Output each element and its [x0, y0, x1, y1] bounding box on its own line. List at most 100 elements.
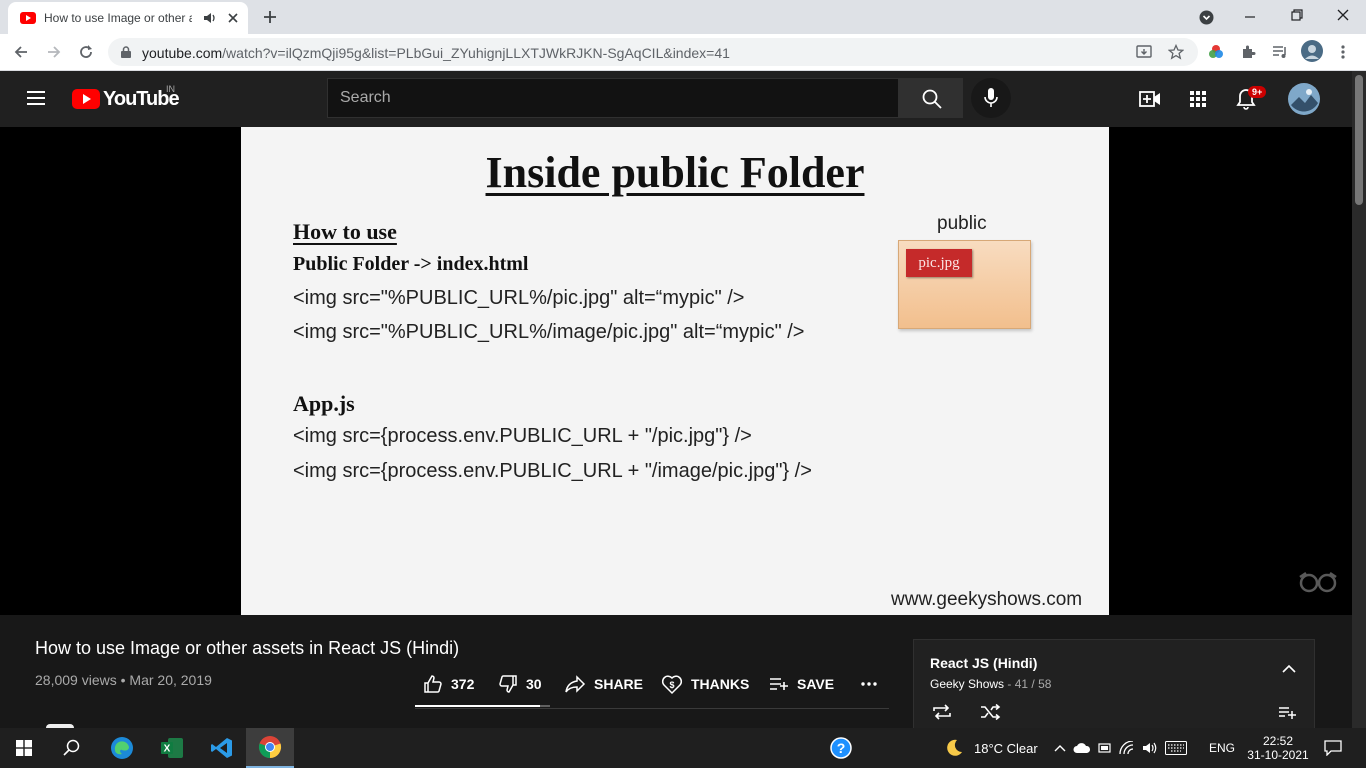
tab-search-icon[interactable]: [1199, 10, 1214, 25]
video-info-section: How to use Image or other assets in Reac…: [0, 615, 1352, 728]
create-video-icon[interactable]: [1139, 89, 1161, 109]
scrollbar-thumb[interactable]: [1355, 75, 1363, 205]
slide-section2-title: App.js: [293, 391, 355, 416]
action-center-button[interactable]: [1316, 728, 1350, 768]
chrome-menu-icon[interactable]: [1340, 44, 1346, 60]
playlist-panel: React JS (Hindi) Geeky Shows - 41 / 58: [913, 639, 1315, 728]
apps-grid-icon[interactable]: [1189, 90, 1207, 108]
like-button[interactable]: 372: [423, 673, 474, 695]
bookmark-star-icon[interactable]: [1168, 44, 1184, 60]
edge-browser-icon: [110, 736, 134, 760]
restore-icon[interactable]: [1290, 8, 1304, 22]
svg-text:?: ?: [837, 740, 846, 756]
account-avatar-icon[interactable]: [1288, 83, 1320, 115]
new-tab-icon[interactable]: [262, 9, 278, 25]
edge-taskbar-button[interactable]: [98, 728, 146, 768]
touch-keyboard-icon[interactable]: [1164, 741, 1187, 755]
search-button[interactable]: [899, 78, 963, 118]
install-app-icon[interactable]: [1136, 44, 1152, 60]
dislike-button[interactable]: 30: [498, 673, 542, 695]
input-language-indicator[interactable]: ENG: [1202, 728, 1242, 768]
video-player[interactable]: Inside public Folder How to use Public F…: [0, 127, 1352, 615]
folder-label: public: [937, 213, 987, 234]
tab-close-icon[interactable]: [226, 11, 240, 25]
info-divider: [415, 708, 889, 709]
chrome-taskbar-button[interactable]: [246, 728, 294, 768]
weather-widget[interactable]: 18°C Clear: [944, 728, 1056, 768]
more-horizontal-icon: [860, 681, 878, 687]
volume-icon[interactable]: [1142, 741, 1158, 755]
slide-watermark: www.geekyshows.com: [891, 589, 1083, 610]
clock[interactable]: 22:52 31-10-2021: [1244, 728, 1312, 768]
extensions-puzzle-icon[interactable]: [1240, 44, 1256, 60]
system-tray: [1054, 728, 1187, 768]
loop-playlist-icon[interactable]: [931, 704, 953, 720]
view-count: 28,009 views: [35, 672, 117, 688]
minimize-icon[interactable]: [1243, 10, 1257, 24]
dislike-portion: [539, 705, 550, 707]
thanks-button[interactable]: $ THANKS: [661, 673, 749, 695]
share-button[interactable]: SHARE: [564, 673, 643, 695]
onedrive-cloud-icon[interactable]: [1073, 742, 1091, 754]
audio-playing-icon[interactable]: [203, 11, 217, 25]
clock-date: 31-10-2021: [1247, 748, 1309, 762]
windows-logo-icon: [16, 740, 32, 756]
collapse-chevron-up-icon[interactable]: [1282, 664, 1296, 674]
like-count: 372: [451, 676, 475, 692]
slide-code-line-1: <img src="%PUBLIC_URL%/pic.jpg" alt=“myp…: [293, 287, 745, 309]
vscode-taskbar-button[interactable]: [198, 728, 246, 768]
slide-section1-title: How to use: [293, 219, 397, 244]
lock-icon[interactable]: [121, 46, 131, 58]
search-icon: [922, 89, 942, 109]
more-actions-button[interactable]: [860, 673, 878, 695]
video-title: How to use Image or other assets in Reac…: [35, 638, 460, 658]
save-playlist-icon: [769, 676, 789, 692]
excel-icon: X: [160, 737, 184, 759]
forward-icon[interactable]: [46, 44, 62, 60]
address-bar[interactable]: youtube.com/watch?v=ilQzmQji95g&list=PLb…: [108, 38, 1198, 66]
browser-tab[interactable]: How to use Image or other assets in Reac…: [8, 2, 248, 34]
search-box[interactable]: [327, 78, 899, 118]
playlist-save-icon[interactable]: [1278, 706, 1298, 720]
reload-icon[interactable]: [78, 44, 94, 60]
url-host: youtube.com: [142, 45, 223, 61]
notification-count-badge: 9+: [1248, 86, 1267, 98]
save-button[interactable]: SAVE: [769, 673, 834, 695]
save-label: SAVE: [797, 676, 835, 692]
channel-watermark-icon[interactable]: [1298, 565, 1338, 597]
slide-code-line-3: <img src={process.env.PUBLIC_URL + "/pic…: [293, 425, 752, 447]
back-icon[interactable]: [13, 44, 29, 60]
wifi-icon[interactable]: [1118, 741, 1135, 755]
help-taskbar-button[interactable]: ?: [826, 728, 856, 768]
excel-taskbar-button[interactable]: X: [148, 728, 196, 768]
search-input[interactable]: [328, 79, 898, 117]
weather-text: 18°C Clear: [974, 740, 1038, 756]
video-frame-slide: Inside public Folder How to use Public F…: [241, 127, 1109, 615]
video-meta: 28,009 views • Mar 20, 2019: [35, 672, 212, 688]
playlist-title[interactable]: React JS (Hindi): [930, 655, 1037, 671]
page-scrollbar[interactable]: [1352, 71, 1366, 728]
thumbs-up-icon: [423, 674, 443, 694]
profile-avatar-icon[interactable]: [1301, 40, 1323, 62]
slide-code-line-2: <img src="%PUBLIC_URL%/image/pic.jpg" al…: [293, 321, 805, 343]
voice-search-button[interactable]: [971, 78, 1011, 118]
hamburger-menu-icon[interactable]: [26, 90, 46, 106]
slide-heading: Inside public Folder: [241, 147, 1109, 198]
taskbar-search-button[interactable]: [48, 728, 96, 768]
close-window-icon[interactable]: [1336, 8, 1350, 22]
media-control-icon[interactable]: [1272, 44, 1288, 60]
battery-icon[interactable]: [1097, 742, 1112, 754]
show-hidden-icons-chevron-icon[interactable]: [1054, 744, 1066, 752]
slide-section1-subtitle: Public Folder -> index.html: [293, 253, 529, 275]
youtube-logo-icon: [72, 89, 100, 109]
youtube-favicon-icon: [20, 11, 36, 25]
start-button[interactable]: [0, 728, 48, 768]
like-dislike-ratio-bar: [415, 705, 550, 707]
shuffle-icon[interactable]: [980, 704, 1002, 720]
color-extension-icon[interactable]: [1208, 44, 1224, 60]
youtube-header: YouTube IN 9+: [0, 71, 1352, 127]
microphone-icon: [984, 88, 998, 108]
playlist-channel[interactable]: Geeky Shows: [930, 677, 1004, 691]
url-path: /watch?v=ilQzmQji95g&list=PLbGui_ZYuhign…: [222, 45, 730, 61]
browser-toolbar: youtube.com/watch?v=ilQzmQji95g&list=PLb…: [0, 34, 1366, 71]
